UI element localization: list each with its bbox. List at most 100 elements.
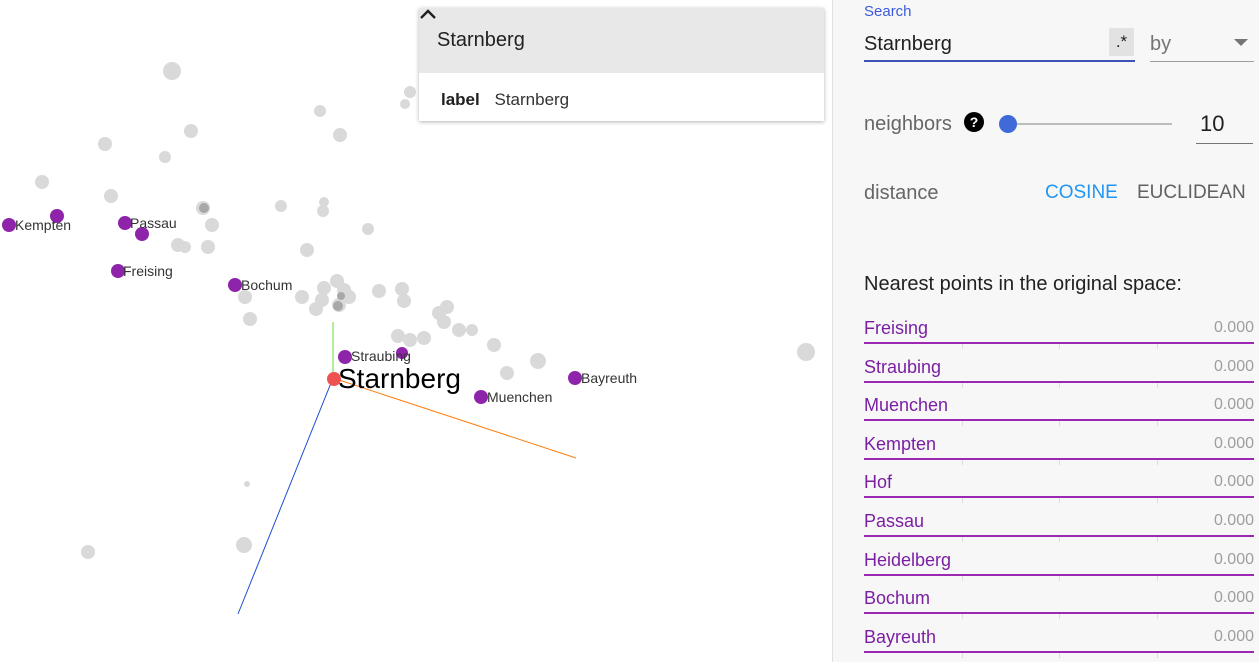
chevron-up-icon[interactable] [420, 9, 806, 53]
label-passau: Passau [130, 215, 177, 231]
point [466, 324, 478, 336]
neighbor-point-bochum[interactable] [228, 278, 242, 292]
help-icon[interactable]: ? [964, 112, 984, 132]
point [500, 366, 514, 380]
slider-knob[interactable] [999, 115, 1017, 133]
point [236, 537, 252, 553]
point [184, 124, 198, 138]
nearest-point-name[interactable]: Heidelberg [864, 550, 951, 571]
search-input[interactable]: Starnberg .* [864, 24, 1135, 62]
point [437, 315, 451, 329]
nearest-point-item[interactable]: Heidelberg 0.000 [864, 541, 1254, 581]
point [333, 128, 347, 142]
nearest-point-name[interactable]: Muenchen [864, 395, 948, 416]
label-freising: Freising [123, 263, 173, 279]
nearest-points-list: Freising 0.000 Straubing 0.000 Muenchen 0.000… [864, 309, 1254, 658]
point [275, 200, 287, 212]
nearest-point-distance: 0.000 [1213, 473, 1254, 491]
neighbors-slider[interactable] [999, 115, 1172, 133]
point [317, 281, 331, 295]
point [201, 240, 215, 254]
projection-viewport[interactable]: Kempten Passau Freising Bochum Straubing… [0, 0, 832, 662]
point [487, 338, 501, 352]
card-title: Starnberg [437, 29, 525, 51]
z-axis-line [237, 377, 334, 615]
search-by-label: by [1150, 33, 1172, 55]
point [295, 290, 309, 304]
regex-toggle-button[interactable]: .* [1109, 28, 1134, 56]
point [362, 223, 374, 235]
nearest-point-item[interactable]: Bayreuth 0.000 [864, 618, 1254, 658]
point [179, 241, 191, 253]
distance-label: distance [864, 182, 939, 204]
euclidean-button[interactable]: EUCLIDEAN [1137, 182, 1246, 204]
nearest-point-distance: 0.000 [1213, 589, 1254, 607]
cosine-button[interactable]: COSINE [1045, 182, 1118, 204]
nearest-point-name[interactable]: Hof [864, 472, 892, 493]
label-muenchen: Muenchen [487, 389, 552, 405]
neighbor-point-straubing[interactable] [338, 350, 352, 364]
nearest-point-item[interactable]: Straubing 0.000 [864, 348, 1254, 388]
nearest-point-name[interactable]: Straubing [864, 357, 941, 378]
distance-bar-ticks [864, 652, 1254, 658]
label-bochum: Bochum [241, 277, 292, 293]
point [244, 481, 250, 487]
point [403, 333, 417, 347]
point [81, 545, 95, 559]
point [391, 329, 405, 343]
background-points [35, 62, 815, 559]
label-kempten: Kempten [15, 217, 71, 233]
neighbors-label: neighbors [864, 113, 952, 135]
nearest-point-item[interactable]: Muenchen 0.000 [864, 386, 1254, 427]
point [243, 312, 257, 326]
point [300, 243, 314, 257]
nearest-point-item[interactable]: Passau 0.000 [864, 502, 1254, 542]
label-starnberg: Starnberg [338, 363, 461, 394]
nearest-point-name[interactable]: Passau [864, 511, 924, 532]
search-by-dropdown[interactable]: by [1150, 24, 1254, 62]
tick [1157, 652, 1158, 658]
nearest-point-distance: 0.000 [1213, 396, 1254, 414]
point [309, 302, 323, 316]
neighbor-point-kempten[interactable] [2, 218, 16, 232]
point [317, 205, 329, 217]
point [199, 203, 209, 213]
point [163, 62, 181, 80]
nearest-point-distance: 0.000 [1213, 319, 1254, 336]
neighbor-point-muenchen[interactable] [474, 390, 488, 404]
neighbor-points[interactable] [2, 209, 582, 404]
nearest-point-item[interactable]: Hof 0.000 [864, 463, 1254, 504]
point [205, 218, 219, 232]
card-field-value: Starnberg [494, 90, 570, 109]
point [404, 86, 416, 98]
card-header[interactable]: Starnberg [419, 8, 824, 73]
point [400, 99, 410, 109]
nearest-point-name[interactable]: Bayreuth [864, 627, 936, 648]
nearest-points-title: Nearest points in the original space: [864, 273, 1182, 295]
card-field-key: label [441, 90, 480, 109]
nearest-point-distance: 0.000 [1213, 357, 1254, 375]
neighbors-count-input[interactable]: 10 [1196, 106, 1253, 144]
card-field-row: label Starnberg [419, 73, 824, 127]
neighbor-point-bayreuth[interactable] [568, 371, 582, 385]
tick [962, 652, 963, 658]
point [395, 282, 409, 296]
search-input-value[interactable]: Starnberg [864, 29, 1109, 56]
nearest-point-name[interactable]: Kempten [864, 434, 936, 455]
nearest-point-distance: 0.000 [1213, 511, 1254, 529]
search-label: Search [864, 3, 912, 20]
nearest-point-name[interactable]: Freising [864, 318, 928, 339]
nearest-point-item[interactable]: Freising 0.000 [864, 309, 1254, 349]
point [452, 323, 466, 337]
nearest-point-distance: 0.000 [1213, 627, 1254, 645]
nearest-point-item[interactable]: Kempten 0.000 [864, 425, 1254, 465]
nearest-point-distance: 0.000 [1213, 550, 1254, 568]
point [104, 189, 118, 203]
inspector-panel: Search Starnberg .* by neighbors ? 10 di… [832, 0, 1259, 662]
nearest-point-name[interactable]: Bochum [864, 588, 930, 609]
selected-point-card: Starnberg label Starnberg [419, 8, 824, 121]
nearest-point-item[interactable]: Bochum 0.000 [864, 579, 1254, 620]
point [530, 353, 546, 369]
point [797, 343, 815, 361]
caret-down-icon [1234, 39, 1248, 46]
